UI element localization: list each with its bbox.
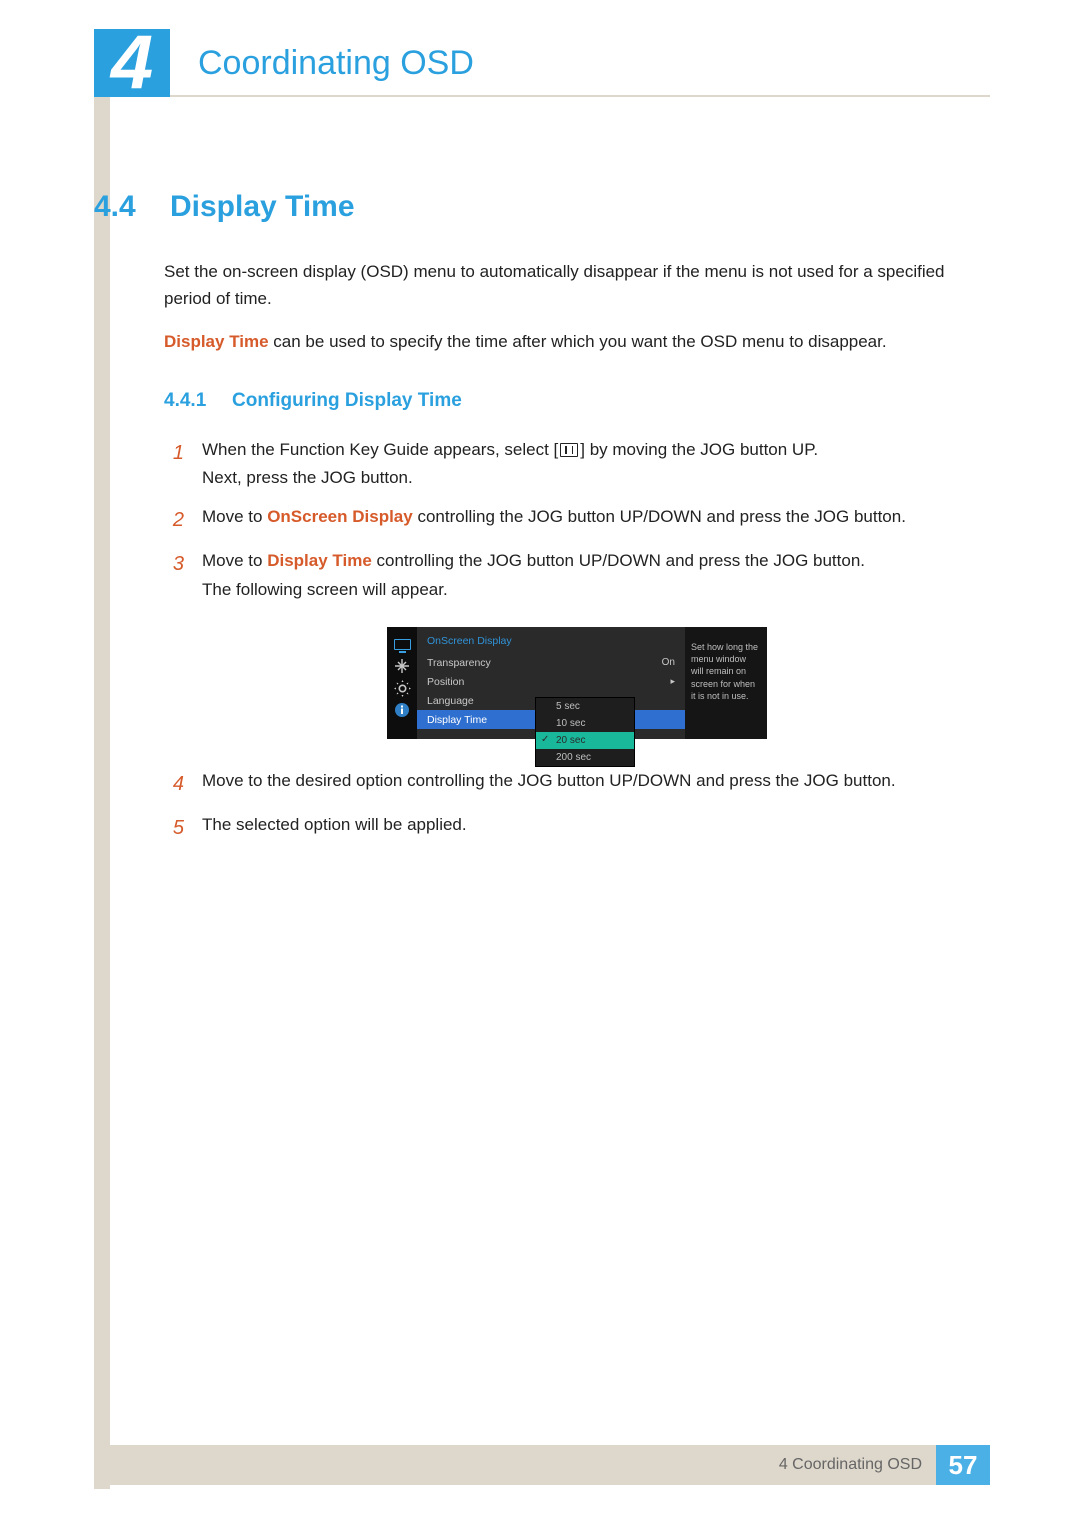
step-number: 1 (164, 436, 184, 470)
subsection-heading: 4.4.1 Configuring Display Time (164, 390, 990, 412)
step-5-text: The selected option will be applied. (202, 811, 990, 840)
step-3-text-a: Move to (202, 551, 267, 570)
osd-row-label: Position (427, 676, 666, 688)
intro-paragraph-2: Display Time can be used to specify the … (164, 328, 990, 355)
step-2: 2 Move to OnScreen Display controlling t… (164, 503, 990, 537)
osd-option-20sec: 20 sec (536, 732, 634, 749)
osd-help-panel: Set how long the menu window will remain… (685, 627, 767, 739)
step-number: 4 (164, 767, 184, 801)
step-3-text-d: The following screen will appear. (202, 580, 448, 599)
adjust-icon (393, 659, 412, 673)
osd-row-label: Transparency (427, 657, 662, 669)
footer-page-number: 57 (936, 1445, 990, 1485)
display-time-strong-2: Display Time (267, 551, 372, 570)
osd-option-200sec: 200 sec (536, 749, 634, 766)
step-1-text-b: ] by moving the JOG button UP. (580, 440, 818, 459)
monitor-icon (393, 637, 412, 651)
subsection-title: Configuring Display Time (232, 390, 462, 412)
step-1: 1 When the Function Key Guide appears, s… (164, 436, 990, 494)
step-4-text: Move to the desired option controlling t… (202, 767, 990, 796)
step-5: 5 The selected option will be applied. (164, 811, 990, 845)
info-icon (393, 703, 412, 717)
step-1-text-c: Next, press the JOG button. (202, 468, 413, 487)
osd-main-panel: OnScreen Display Transparency On Positio… (417, 627, 685, 739)
chevron-right-icon: ▸ (670, 676, 675, 687)
steps-list: 1 When the Function Key Guide appears, s… (164, 436, 990, 606)
step-2-text-c: controlling the JOG button UP/DOWN and p… (413, 507, 906, 526)
step-number: 5 (164, 811, 184, 845)
chapter-number-badge: 4 (94, 29, 170, 97)
osd-option-10sec: 10 sec (536, 715, 634, 732)
step-number: 2 (164, 503, 184, 537)
section-number: 4.4 (94, 190, 148, 224)
display-time-strong: Display Time (164, 332, 269, 351)
chapter-title: Coordinating OSD (198, 44, 474, 83)
section-heading: 4.4 Display Time (94, 190, 990, 224)
osd-icon-column (387, 627, 417, 739)
step-number: 3 (164, 547, 184, 581)
page-footer: 4 Coordinating OSD 57 (94, 1445, 990, 1485)
footer-chapter-label: 4 Coordinating OSD (779, 1445, 936, 1485)
chapter-title-bar: Coordinating OSD (170, 29, 990, 97)
step-4: 4 Move to the desired option controlling… (164, 767, 990, 801)
intro-paragraph-1: Set the on-screen display (OSD) menu to … (164, 258, 990, 312)
osd-illustration: OnScreen Display Transparency On Positio… (387, 627, 767, 739)
osd-option-popup: 5 sec 10 sec 20 sec 200 sec (535, 697, 635, 767)
osd-category-title: OnScreen Display (417, 627, 685, 653)
onscreen-display-strong: OnScreen Display (267, 507, 413, 526)
osd-row-transparency: Transparency On (417, 653, 685, 672)
section-title: Display Time (170, 190, 355, 224)
step-1-text-a: When the Function Key Guide appears, sel… (202, 440, 558, 459)
osd-option-5sec: 5 sec (536, 698, 634, 715)
step-2-text-a: Move to (202, 507, 267, 526)
osd-row-position: Position ▸ (417, 672, 685, 691)
gear-icon (393, 681, 412, 695)
intro-paragraph-2-rest: can be used to specify the time after wh… (269, 332, 887, 351)
step-3: 3 Move to Display Time controlling the J… (164, 547, 990, 605)
step-3-text-c: controlling the JOG button UP/DOWN and p… (372, 551, 865, 570)
steps-list-continued: 4 Move to the desired option controlling… (164, 767, 990, 845)
menu-icon (560, 443, 578, 457)
osd-row-value: On (662, 657, 675, 668)
subsection-number: 4.4.1 (164, 390, 218, 412)
